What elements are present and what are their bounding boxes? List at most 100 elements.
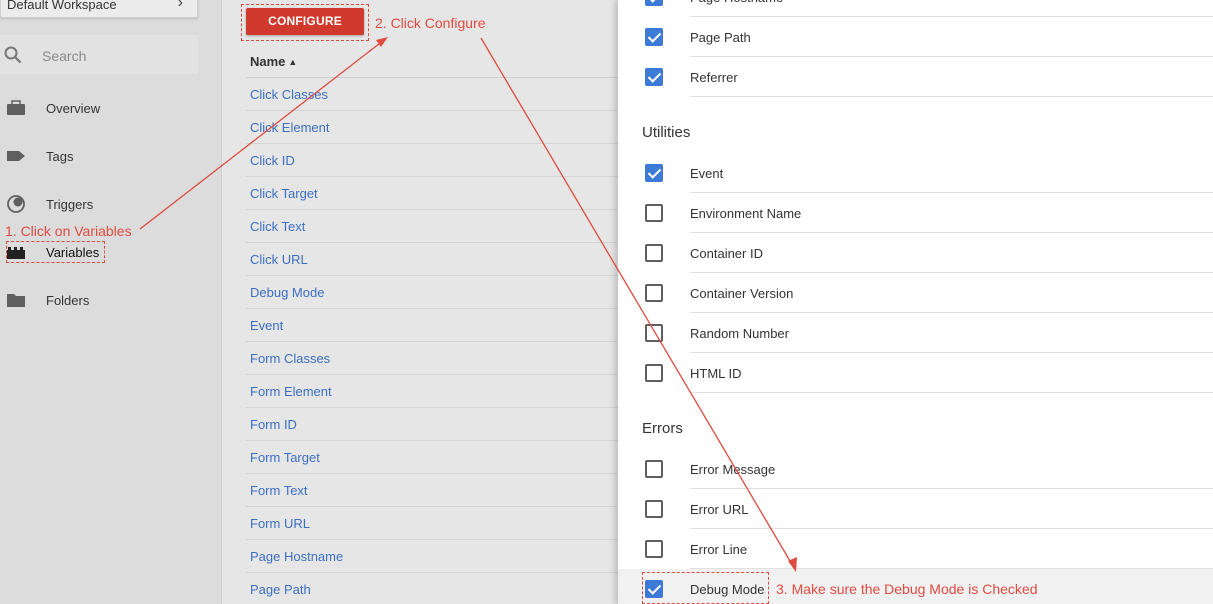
checkbox[interactable] xyxy=(645,0,663,6)
workspace-name: Default Workspace xyxy=(7,0,117,12)
checkbox[interactable] xyxy=(645,500,663,518)
tag-icon xyxy=(7,151,25,161)
table-row: Event xyxy=(246,309,618,342)
variable-link[interactable]: Page Hostname xyxy=(250,549,343,564)
sidebar-item-label: Tags xyxy=(46,149,74,164)
checkbox[interactable] xyxy=(645,204,663,222)
checkbox-row: Referrer xyxy=(618,57,1213,97)
variable-link[interactable]: Click Classes xyxy=(250,87,328,102)
trigger-icon xyxy=(7,195,25,213)
table-row: Debug Mode xyxy=(246,276,618,309)
checkbox-label: Container ID xyxy=(690,246,763,261)
checkbox[interactable] xyxy=(645,324,663,342)
table-row: Form Element xyxy=(246,375,618,408)
checkbox-label: Random Number xyxy=(690,326,789,341)
variable-link[interactable]: Form ID xyxy=(250,417,297,432)
checkbox-label: Container Version xyxy=(690,286,794,301)
chevron-right-icon: › xyxy=(177,0,183,11)
sidebar-item-label: Triggers xyxy=(46,197,94,212)
checkbox-label: Event xyxy=(690,166,724,181)
table-row: Click Target xyxy=(246,177,618,210)
checkbox-label: HTML ID xyxy=(690,366,742,381)
variables-list-pane: CONFIGURE Name ▲ Click Classes Click Eleme… xyxy=(222,0,618,604)
checkbox-label: Error Message xyxy=(690,462,776,477)
sidebar-item-tags[interactable]: Tags xyxy=(0,141,200,171)
table-row: Click Element xyxy=(246,111,618,144)
divider xyxy=(690,392,1213,393)
variable-link[interactable]: Event xyxy=(250,318,283,333)
sidebar-item-label: Folders xyxy=(46,293,90,308)
checkbox-row: Page Hostname xyxy=(618,0,1213,17)
checkbox[interactable] xyxy=(645,284,663,302)
variable-link[interactable]: Form Text xyxy=(250,483,308,498)
table-row: Page Hostname xyxy=(246,540,618,573)
annotation-step1: 1. Click on Variables xyxy=(5,223,132,239)
table-row: Form ID xyxy=(246,408,618,441)
table-row: Click Text xyxy=(246,210,618,243)
workspace-selector[interactable]: Default Workspace › xyxy=(0,0,198,18)
sidebar-item-label: Overview xyxy=(46,101,101,116)
checkbox-row: Event xyxy=(618,153,1213,193)
variable-link[interactable]: Click Target xyxy=(250,186,318,201)
checkbox-label: Error Line xyxy=(690,542,748,557)
variable-link[interactable]: Click ID xyxy=(250,153,295,168)
configure-variables-panel: Page Hostname Page Path Referrer Utilities… xyxy=(618,0,1213,604)
variable-link[interactable]: Form Element xyxy=(250,384,332,399)
checkbox[interactable] xyxy=(645,364,663,382)
search-placeholder: Search xyxy=(42,48,87,64)
sidebar-item-overview[interactable]: Overview xyxy=(0,93,200,123)
variable-link[interactable]: Form Classes xyxy=(250,351,330,366)
annotation-box-configure xyxy=(241,4,369,41)
table-row: Click ID xyxy=(246,144,618,177)
table-row: Click Classes xyxy=(246,78,618,111)
divider xyxy=(690,96,1213,97)
variable-link[interactable]: Click Text xyxy=(250,219,305,234)
variable-link[interactable]: Click URL xyxy=(250,252,308,267)
sidebar: Default Workspace › Search Overview Tags… xyxy=(0,0,222,604)
sort-ascending-icon: ▲ xyxy=(288,57,298,67)
checkbox-row: Environment Name xyxy=(618,193,1213,233)
column-header-label: Name xyxy=(250,54,286,69)
checkbox-row: Random Number xyxy=(618,313,1213,353)
folder-icon xyxy=(7,294,25,307)
checkbox-label: Error URL xyxy=(690,502,749,517)
annotation-step2: 2. Click Configure xyxy=(375,15,486,31)
table-row: Form Classes xyxy=(246,342,618,375)
sidebar-item-triggers[interactable]: Triggers xyxy=(0,189,200,219)
search-box[interactable]: Search xyxy=(0,35,198,74)
annotation-box-debug-mode xyxy=(642,572,769,604)
variable-link[interactable]: Form Target xyxy=(250,450,320,465)
checkbox-row: Error Message xyxy=(618,449,1213,489)
checkbox-row: Error URL xyxy=(618,489,1213,529)
table-row: Form Target xyxy=(246,441,618,474)
checkbox-row: Container Version xyxy=(618,273,1213,313)
variable-link[interactable]: Click Element xyxy=(250,120,329,135)
checkbox-label: Page Hostname xyxy=(690,0,783,5)
variable-link[interactable]: Page Path xyxy=(250,582,311,597)
checkbox-label: Environment Name xyxy=(690,206,802,221)
section-title-utilities: Utilities xyxy=(642,124,691,141)
checkbox-row: HTML ID xyxy=(618,353,1213,393)
variable-link[interactable]: Debug Mode xyxy=(250,285,324,300)
table-row: Form Text xyxy=(246,474,618,507)
checkbox[interactable] xyxy=(645,540,663,558)
name-column-header[interactable]: Name ▲ xyxy=(250,54,297,69)
checkbox-label: Referrer xyxy=(690,70,738,85)
sidebar-item-folders[interactable]: Folders xyxy=(0,285,200,315)
checkbox[interactable] xyxy=(645,460,663,478)
annotation-step3: 3. Make sure the Debug Mode is Checked xyxy=(776,581,1038,597)
checkbox[interactable] xyxy=(645,28,663,46)
search-icon xyxy=(4,46,22,64)
checkbox[interactable] xyxy=(645,68,663,86)
checkbox-row: Container ID xyxy=(618,233,1213,273)
table-row: Click URL xyxy=(246,243,618,276)
variable-link[interactable]: Form URL xyxy=(250,516,310,531)
checkbox-label: Page Path xyxy=(690,30,751,45)
table-row: Form URL xyxy=(246,507,618,540)
annotation-box-variables xyxy=(6,241,105,263)
checkbox[interactable] xyxy=(645,244,663,262)
checkbox-row: Page Path xyxy=(618,17,1213,57)
checkbox[interactable] xyxy=(645,164,663,182)
briefcase-icon xyxy=(7,100,25,115)
checkbox-row: Error Line xyxy=(618,529,1213,569)
